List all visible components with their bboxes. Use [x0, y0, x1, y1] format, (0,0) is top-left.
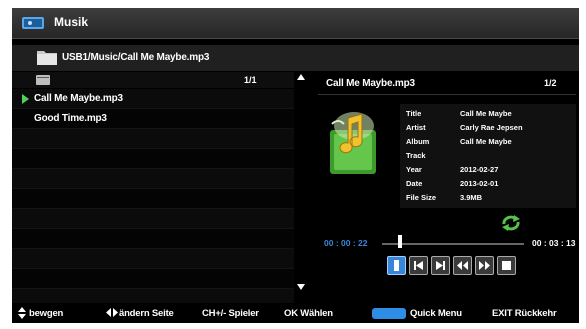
music-player-screen: Musik USB1/Music/Call Me Maybe.mp3 1/1 C…: [12, 8, 579, 323]
file-list-header: 1/1: [12, 72, 294, 88]
empty-list-row: [12, 209, 294, 229]
metadata-key: Artist: [406, 123, 426, 132]
help-bar: bewgen ändern Seite CH+/- Spieler OK Wäh…: [12, 303, 579, 323]
metadata-key: File Size: [406, 193, 437, 202]
metadata-key: Title: [406, 109, 422, 118]
metadata-row: Year 2012-02-27: [400, 164, 576, 174]
metadata-row: Title Call Me Maybe: [400, 108, 576, 118]
list-item[interactable]: Call Me Maybe.mp3: [12, 89, 294, 109]
pause-button[interactable]: [387, 256, 406, 275]
album-art-icon: [330, 112, 376, 174]
left-right-arrows-icon: [106, 308, 118, 317]
path-bar: USB1/Music/Call Me Maybe.mp3: [12, 45, 579, 71]
metadata-key: Track: [406, 151, 426, 160]
title-bar: Musik: [12, 8, 579, 39]
empty-list-row: [12, 189, 294, 209]
empty-list-row: [12, 229, 294, 249]
progress-handle[interactable]: [398, 235, 402, 248]
metadata-value: 2012-02-27: [460, 165, 499, 174]
fast-forward-icon: [479, 261, 490, 270]
blue-key-icon: [372, 308, 406, 319]
track-index: 1/2: [544, 78, 557, 88]
fast-forward-button[interactable]: [475, 256, 494, 275]
rewind-button[interactable]: [453, 256, 472, 275]
previous-button[interactable]: [409, 256, 428, 275]
play-arrow-icon: [22, 94, 29, 104]
metadata-row: File Size 3.9MB: [400, 192, 576, 202]
help-move: bewgen: [29, 308, 64, 319]
metadata-key: Date: [406, 179, 423, 188]
file-list: 1/1 Call Me Maybe.mp3 Good Time.mp3: [12, 72, 294, 309]
progress-track[interactable]: [382, 243, 524, 245]
rewind-icon: [457, 261, 468, 270]
metadata-value: 3.9MB: [460, 193, 483, 202]
help-page: ändern Seite: [119, 308, 174, 319]
total-time: 00 : 03 : 13: [532, 238, 576, 248]
elapsed-time: 00 : 00 : 22: [324, 238, 368, 248]
list-item[interactable]: Good Time.mp3: [12, 109, 294, 129]
stop-button[interactable]: [497, 256, 516, 275]
folder-icon: [36, 75, 50, 85]
file-path: USB1/Music/Call Me Maybe.mp3: [62, 52, 210, 63]
metadata-table: Title Call Me Maybe Artist Carly Rae Jepsen…: [400, 104, 576, 208]
repeat-icon: [502, 215, 520, 231]
metadata-value: Call Me Maybe: [460, 137, 512, 146]
stop-icon: [502, 261, 511, 270]
empty-list-row: [12, 129, 294, 149]
skip-previous-icon: [414, 261, 423, 270]
metadata-row: Artist Carly Rae Jepsen: [400, 122, 576, 132]
metadata-value: Carly Rae Jepsen: [460, 123, 523, 132]
window-title: Musik: [54, 15, 89, 29]
metadata-row: Date 2013-02-01: [400, 178, 576, 188]
music-icon: [22, 17, 44, 29]
divider: [318, 94, 576, 95]
list-page-indicator: 1/1: [244, 75, 257, 85]
skip-next-icon: [436, 261, 445, 270]
metadata-row: Track: [400, 150, 576, 160]
help-channel: CH+/- Spieler: [202, 308, 259, 319]
metadata-key: Album: [406, 137, 430, 146]
scroll-down-icon[interactable]: [297, 284, 305, 290]
metadata-value: 2013-02-01: [460, 179, 499, 188]
metadata-value: Call Me Maybe: [460, 109, 512, 118]
help-quick-menu: Quick Menu: [410, 308, 462, 319]
empty-list-row: [12, 149, 294, 169]
folder-icon: [37, 51, 57, 65]
scroll-up-icon[interactable]: [297, 74, 305, 80]
up-down-arrows-icon: [18, 307, 26, 319]
next-button[interactable]: [431, 256, 450, 275]
list-item-label: Call Me Maybe.mp3: [34, 93, 123, 104]
empty-list-row: [12, 169, 294, 189]
list-item-label: Good Time.mp3: [34, 113, 107, 124]
help-exit: EXIT Rückkehr: [492, 308, 557, 319]
help-ok: OK Wählen: [284, 308, 333, 319]
metadata-key: Year: [406, 165, 422, 174]
now-playing-panel: Call Me Maybe.mp3 1/2 Title Call Me Maybe…: [312, 72, 579, 298]
empty-list-row: [12, 249, 294, 269]
scrollbar[interactable]: [296, 72, 306, 298]
metadata-row: Album Call Me Maybe: [400, 136, 576, 146]
now-playing-title: Call Me Maybe.mp3: [326, 78, 415, 89]
pause-icon: [394, 260, 399, 271]
empty-list-row: [12, 269, 294, 289]
